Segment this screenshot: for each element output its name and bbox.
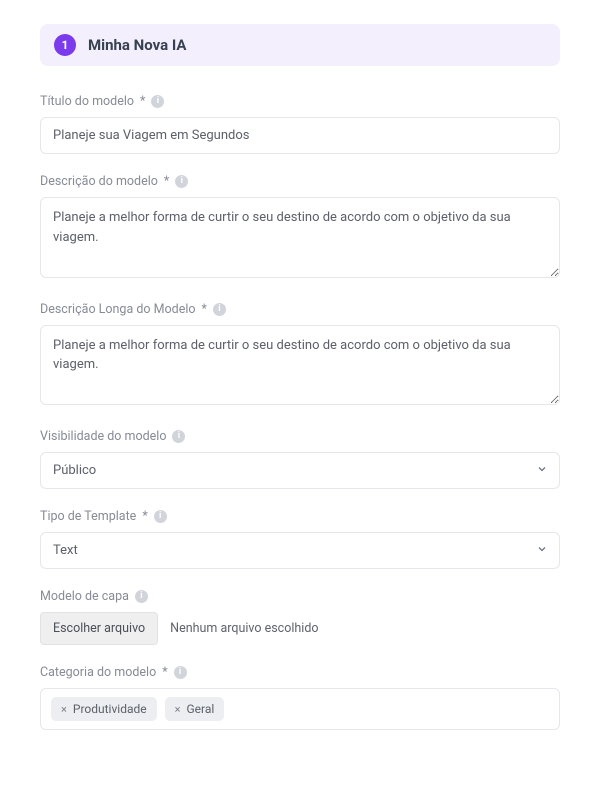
choose-file-button[interactable]: Escolher arquivo (40, 612, 158, 645)
select-wrap: Público (40, 452, 560, 489)
field-label: Categoria do modelo (40, 665, 156, 680)
info-icon[interactable]: i (151, 95, 164, 108)
field-group-cover: Modelo de capa i Escolher arquivo Nenhum… (40, 589, 560, 645)
field-group-long-description: Descrição Longa do Modelo * i Planeje a … (40, 302, 560, 410)
step-number-badge: 1 (54, 34, 76, 56)
field-label: Título do modelo (40, 94, 134, 109)
file-status-text: Nenhum arquivo escolhido (170, 621, 318, 636)
select-wrap: Text (40, 532, 560, 569)
label-row: Tipo de Template * i (40, 509, 560, 524)
tag-label: Produtividade (73, 702, 147, 716)
category-tags-input[interactable]: × Produtividade × Geral (40, 688, 560, 730)
info-icon[interactable]: i (213, 303, 226, 316)
label-row: Visibilidade do modelo i (40, 429, 560, 444)
field-group-category: Categoria do modelo * i × Produtividade × G… (40, 665, 560, 730)
field-group-description: Descrição do modelo * i Planeje a melhor… (40, 174, 560, 282)
field-label: Descrição do modelo (40, 174, 158, 189)
label-row: Descrição Longa do Modelo * i (40, 302, 560, 317)
label-row: Descrição do modelo * i (40, 174, 560, 189)
field-label: Descrição Longa do Modelo (40, 302, 196, 317)
label-row: Modelo de capa i (40, 589, 560, 604)
label-row: Título do modelo * i (40, 94, 560, 109)
close-icon[interactable]: × (175, 704, 181, 715)
title-input[interactable] (40, 117, 560, 154)
label-row: Categoria do modelo * i (40, 665, 560, 680)
field-group-title: Título do modelo * i (40, 94, 560, 154)
section-header: 1 Minha Nova IA (40, 24, 560, 66)
tag-label: Geral (187, 702, 215, 716)
field-label: Tipo de Template (40, 509, 136, 524)
visibility-select[interactable]: Público (40, 452, 560, 489)
required-marker: * (202, 302, 207, 317)
category-tag[interactable]: × Geral (165, 697, 225, 721)
close-icon[interactable]: × (61, 704, 67, 715)
info-icon[interactable]: i (174, 666, 187, 679)
file-row: Escolher arquivo Nenhum arquivo escolhid… (40, 612, 560, 645)
field-group-template-type: Tipo de Template * i Text (40, 509, 560, 569)
category-tag[interactable]: × Produtividade (51, 697, 157, 721)
template-type-select[interactable]: Text (40, 532, 560, 569)
field-group-visibility: Visibilidade do modelo i Público (40, 429, 560, 489)
field-label: Visibilidade do modelo (40, 429, 166, 444)
required-marker: * (162, 665, 167, 680)
required-marker: * (164, 174, 169, 189)
field-label: Modelo de capa (40, 589, 129, 604)
info-icon[interactable]: i (135, 590, 148, 603)
description-textarea[interactable]: Planeje a melhor forma de curtir o seu d… (40, 197, 560, 278)
required-marker: * (140, 94, 145, 109)
required-marker: * (142, 509, 147, 524)
info-icon[interactable]: i (172, 430, 185, 443)
info-icon[interactable]: i (154, 510, 167, 523)
section-title: Minha Nova IA (88, 36, 186, 54)
info-icon[interactable]: i (175, 175, 188, 188)
long-description-textarea[interactable]: Planeje a melhor forma de curtir o seu d… (40, 325, 560, 406)
